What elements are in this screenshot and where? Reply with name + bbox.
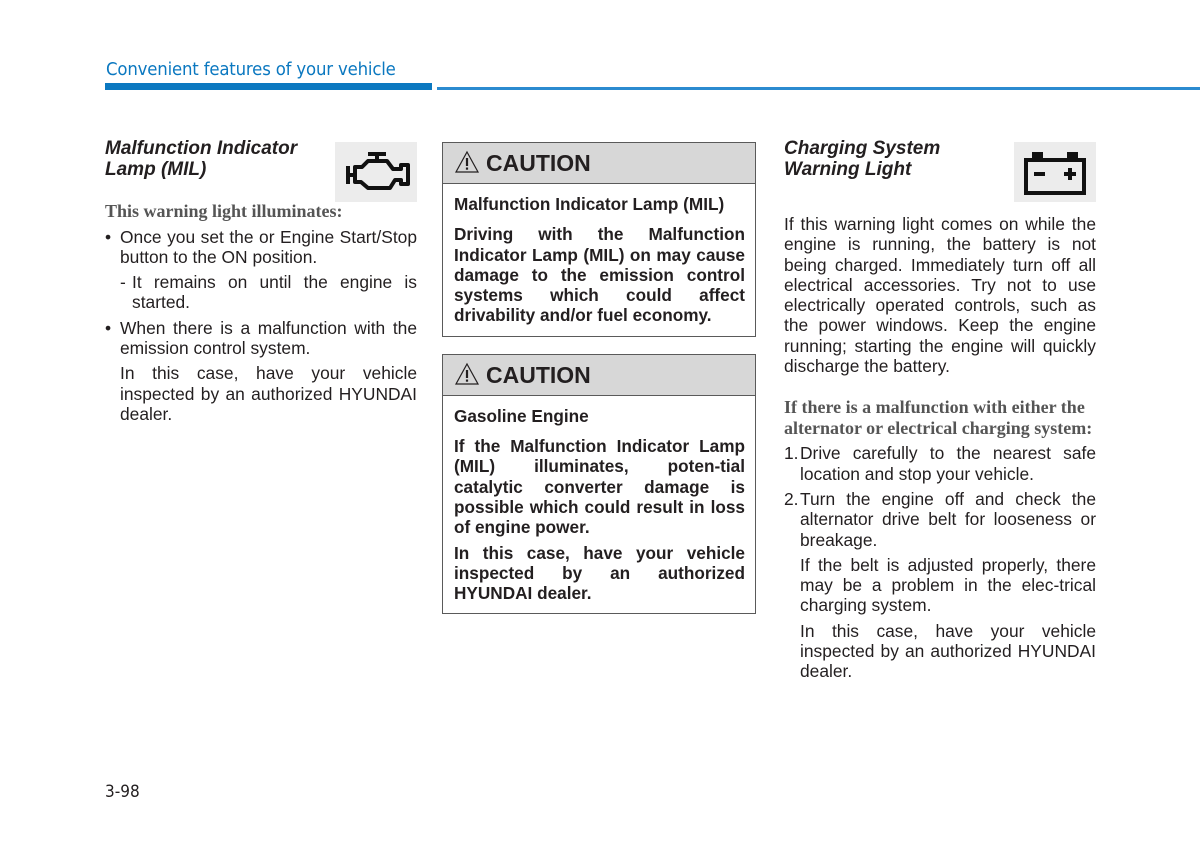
charging-step-2-note-1: If the belt is adjusted properly, there …: [800, 554, 1096, 616]
mil-subheading: This warning light illuminates:: [105, 201, 343, 221]
caution-header: CAUTION: [443, 354, 755, 396]
caution-label: CAUTION: [486, 150, 591, 176]
step-text: Drive carefully to the nearest safe loca…: [800, 443, 1096, 484]
caution-header: CAUTION: [443, 143, 755, 184]
warning-triangle-icon: [454, 362, 480, 385]
caution-column: CAUTION Malfunction Indicator Lamp (MIL)…: [442, 142, 756, 615]
caution-box-mil: CAUTION Malfunction Indicator Lamp (MIL)…: [442, 142, 756, 337]
check-engine-icon: [335, 142, 417, 202]
caution-heading: Gasoline Engine: [454, 405, 589, 426]
warning-triangle-icon: [454, 150, 480, 173]
charging-step-2-note-2: In this case, have your vehicle inspecte…: [800, 620, 1096, 682]
step-number: 2.: [784, 488, 799, 509]
mil-bullet-1-sub-text: It remains on until the engine is starte…: [132, 272, 417, 313]
page-number: 3-98: [105, 782, 140, 802]
caution-heading: Malfunction Indicator Lamp (MIL): [454, 194, 725, 214]
mil-bullet-2: When there is a malfunction with the emi…: [105, 318, 417, 359]
caution-text: Driving with the Malfunction Indicator L…: [454, 224, 745, 326]
dash-marker: -: [120, 272, 126, 293]
header-rule: [437, 87, 1200, 90]
mil-bullet-1: Once you set the or Engine Start/Stop bu…: [105, 227, 417, 268]
mil-section: Malfunction Indicator Lamp (MIL) This wa…: [105, 138, 417, 424]
caution-body: Gasoline Engine If the Malfunction Indic…: [443, 396, 755, 614]
caution-text-2: In this case, have your vehicle inspecte…: [454, 542, 745, 604]
header-accent-bar: [105, 83, 432, 90]
caution-body: Malfunction Indicator Lamp (MIL) Driving…: [443, 184, 755, 336]
mil-bullet-1-sub: - It remains on until the engine is star…: [105, 272, 417, 313]
charging-step-2: 2. Turn the engine off and check the alt…: [784, 489, 1096, 550]
mil-bullet-2-note: In this case, have your vehicle inspecte…: [120, 363, 417, 424]
step-text: Turn the engine off and check the altern…: [800, 488, 1096, 550]
charging-intro: If this warning light comes on while the…: [784, 214, 1096, 377]
charging-section: Charging System Warning Light If this wa…: [784, 138, 1096, 682]
battery-icon: [1014, 142, 1096, 202]
section-header-title: Convenient features of your vehicle: [106, 59, 396, 80]
caution-label: CAUTION: [486, 361, 591, 388]
charging-step-1: 1. Drive carefully to the nearest safe l…: [784, 443, 1096, 484]
caution-text-1: If the Malfunction Indicator Lamp (MIL) …: [454, 436, 745, 538]
charging-subheading: If there is a malfunction with either th…: [784, 397, 1093, 438]
step-number: 1.: [784, 443, 799, 464]
caution-box-gasoline: CAUTION Gasoline Engine If the Malfuncti…: [442, 353, 756, 615]
